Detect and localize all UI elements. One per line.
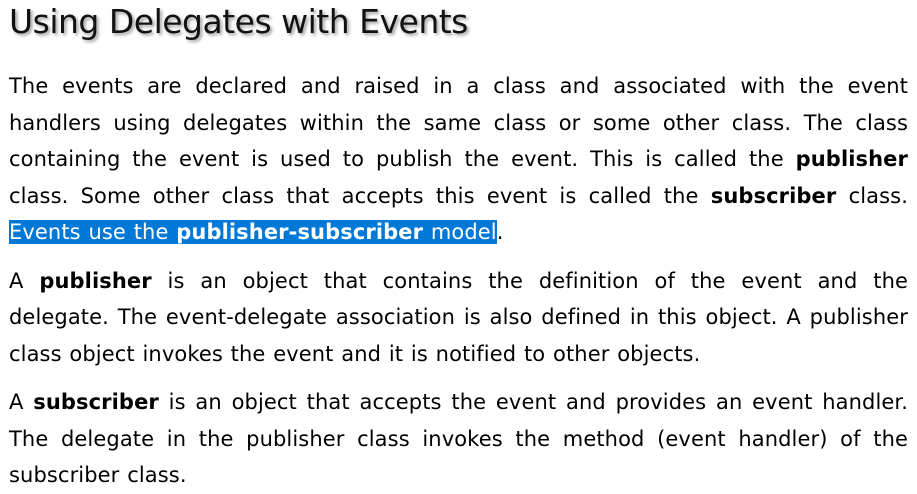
text: class. Some other class that accepts thi…	[9, 183, 711, 208]
bold-term-publisher-subscriber: publisher-subscriber	[176, 220, 424, 244]
bold-term-publisher: publisher	[39, 268, 152, 293]
text: A	[9, 390, 34, 414]
text: The events are declared and raised in a …	[9, 74, 908, 171]
text: .	[496, 220, 504, 244]
text: model	[423, 220, 497, 244]
bold-term-publisher: publisher	[795, 147, 908, 171]
paragraph-publisher: A publisher is an object that contains t…	[9, 263, 908, 373]
text: class.	[836, 183, 908, 208]
text: Events use the	[9, 220, 177, 244]
selected-text-highlight[interactable]: Events use the publisher-subscriber mode…	[9, 220, 497, 244]
page-title: Using Delegates with Events	[9, 2, 468, 41]
paragraph-events-intro: The events are declared and raised in a …	[9, 68, 908, 251]
text: A	[9, 268, 40, 293]
bold-term-subscriber: subscriber	[33, 390, 159, 414]
bold-term-subscriber: subscriber	[710, 183, 837, 208]
article: Using Delegates with Events The events a…	[0, 0, 917, 487]
paragraph-subscriber: A subscriber is an object that accepts t…	[9, 384, 908, 494]
